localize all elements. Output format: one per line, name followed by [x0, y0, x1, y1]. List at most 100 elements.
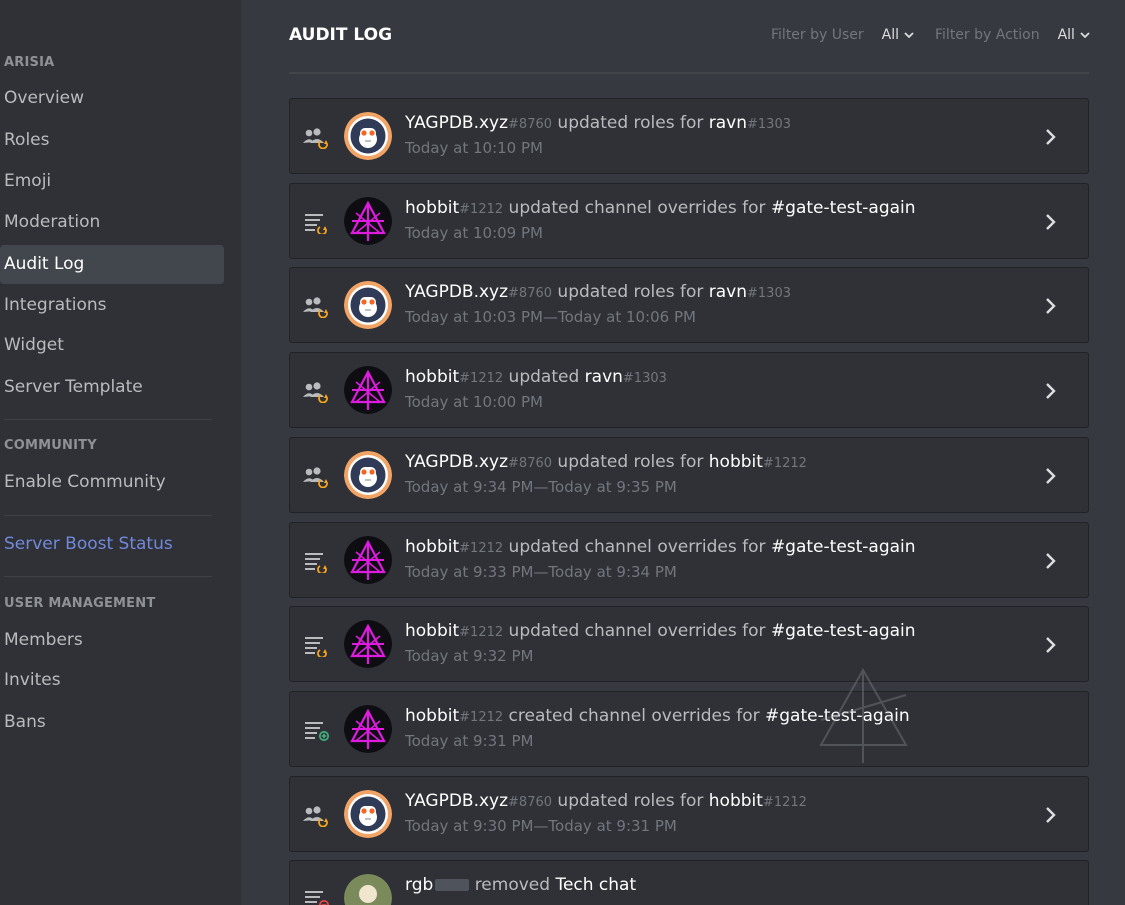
entry-timestamp: Today at 9:30 PM—Today at 9:31 PM: [405, 817, 677, 835]
entry-target-discriminator: #1303: [622, 371, 667, 386]
audit-log-entry[interactable]: YAGPDB.xyz#8760 updated roles for hobbit…: [289, 776, 1089, 852]
entry-target: #gate-test-again: [770, 537, 916, 557]
entry-summary: YAGPDB.xyz#8760 updated roles for hobbit…: [405, 452, 807, 472]
audit-log-entry[interactable]: YAGPDB.xyz#8760 updated roles for ravn#1…: [289, 98, 1089, 174]
audit-log-entry[interactable]: hobbit#1212 created channel overrides fo…: [289, 691, 1089, 767]
entry-summary: YAGPDB.xyz#8760 updated roles for ravn#1…: [405, 113, 791, 133]
entry-action: updated channel overrides for: [508, 621, 766, 641]
sidebar-item-widget[interactable]: Widget: [0, 326, 224, 365]
sidebar-item-enable-community[interactable]: Enable Community: [0, 463, 224, 502]
sidebar-divider: [4, 576, 212, 577]
audit-log-entry[interactable]: hobbit#1212 updated channel overrides fo…: [289, 522, 1089, 598]
rgb-avatar: [344, 874, 392, 905]
entry-timestamp: Today at 9:31 PM: [405, 732, 534, 750]
chevron-right-icon[interactable]: [1044, 127, 1058, 147]
entry-timestamp: Today at 10:10 PM: [405, 139, 543, 157]
entry-action: updated roles for: [557, 452, 704, 472]
audit-log-entry[interactable]: hobbit#1212 updated channel overrides fo…: [289, 606, 1089, 682]
sidebar-item-overview[interactable]: Overview: [0, 79, 224, 118]
sidebar-item-server-template[interactable]: Server Template: [0, 368, 224, 407]
entry-action: updated roles for: [557, 791, 704, 811]
sidebar-divider: [4, 515, 212, 516]
entry-target: Tech chat: [555, 875, 637, 895]
sidebar-item-roles[interactable]: Roles: [0, 121, 224, 160]
entry-timestamp: Today at 9:32 PM: [405, 647, 534, 665]
chevron-right-icon[interactable]: [1044, 466, 1058, 486]
entry-summary: hobbit#1212 updated channel overrides fo…: [405, 621, 916, 641]
member-role-update-icon: [302, 294, 330, 319]
sidebar-item-moderation[interactable]: Moderation: [0, 203, 224, 242]
audit-log-entry[interactable]: hobbit#1212 updated channel overrides fo…: [289, 183, 1089, 259]
entry-action: created channel overrides for: [508, 706, 760, 726]
entry-user-discriminator: #1212: [459, 541, 504, 556]
entry-target: #gate-test-again: [770, 198, 916, 218]
entry-action: updated channel overrides for: [508, 198, 766, 218]
sidebar-item-audit-log[interactable]: Audit Log: [0, 245, 224, 284]
chevron-right-icon[interactable]: [1044, 635, 1058, 655]
filter-by-action-label: Filter by Action: [935, 27, 1040, 43]
hobbit-avatar: [344, 197, 392, 245]
sidebar-item-invites[interactable]: Invites: [0, 661, 224, 700]
audit-log-entry[interactable]: YAGPDB.xyz#8760 updated roles for hobbit…: [289, 437, 1089, 513]
entry-user-name: YAGPDB.xyz: [405, 282, 509, 302]
entry-action: updated: [508, 367, 580, 387]
channel-override-update-icon: [302, 633, 330, 659]
chevron-right-icon[interactable]: [1044, 212, 1058, 232]
entry-timestamp: Today at 10:03 PM—Today at 10:06 PM: [405, 308, 696, 326]
sidebar-item-integrations[interactable]: Integrations: [0, 286, 224, 325]
channel-delete-icon: [302, 887, 330, 905]
server-name-header: ARISIA: [4, 55, 55, 70]
member-role-update-icon: [302, 125, 330, 150]
entry-timestamp: Today at 9:33 PM—Today at 9:34 PM: [405, 563, 677, 581]
member-role-update-icon: [302, 803, 330, 828]
entry-user-discriminator: #1212: [459, 202, 504, 217]
channel-override-create-icon: [302, 718, 330, 742]
filter-by-action-value: All: [1057, 27, 1075, 43]
hobbit-avatar: [344, 620, 392, 668]
entry-summary: hobbit#1212 updated channel overrides fo…: [405, 537, 916, 557]
yagpdb-avatar: [344, 281, 392, 329]
entry-target: ravn: [708, 113, 748, 133]
sidebar-item-server-boost-status[interactable]: Server Boost Status: [0, 525, 224, 564]
entry-user-name: hobbit: [405, 198, 460, 218]
entry-user-discriminator: #1212: [459, 625, 504, 640]
user-management-header: USER MANAGEMENT: [4, 596, 156, 611]
entry-timestamp: Today at 10:09 PM: [405, 224, 543, 242]
redacted-discriminator: [435, 879, 470, 891]
entry-user-discriminator: #1212: [459, 710, 504, 725]
entry-user-discriminator: #8760: [508, 795, 553, 810]
sidebar-item-emoji[interactable]: Emoji: [0, 162, 224, 201]
sidebar-item-bans[interactable]: Bans: [0, 703, 224, 742]
triangle-watermark-icon: [819, 667, 908, 763]
entry-user-name: hobbit: [405, 621, 460, 641]
chevron-right-icon[interactable]: [1044, 296, 1058, 316]
hobbit-avatar: [344, 705, 392, 753]
entry-summary: hobbit#1212 updated ravn#1303: [405, 367, 667, 387]
entry-target: ravn: [584, 367, 623, 387]
entry-user-discriminator: #1212: [459, 371, 504, 386]
hobbit-avatar: [344, 366, 392, 414]
community-header: COMMUNITY: [4, 438, 97, 453]
entry-user-discriminator: #8760: [508, 117, 553, 132]
chevron-down-icon: [904, 32, 914, 39]
entry-target-discriminator: #1303: [747, 286, 791, 301]
chevron-right-icon[interactable]: [1044, 805, 1058, 825]
entry-target-discriminator: #1212: [762, 456, 807, 471]
entry-action: removed: [474, 875, 551, 895]
audit-log-panel: AUDIT LOG Filter by User All Filter by A…: [241, 0, 1125, 905]
entry-user-discriminator: #8760: [508, 456, 553, 471]
chevron-right-icon[interactable]: [1044, 381, 1058, 401]
audit-log-entry[interactable]: YAGPDB.xyz#8760 updated roles for ravn#1…: [289, 267, 1089, 343]
audit-log-entry[interactable]: hobbit#1212 updated ravn#1303 Today at 1…: [289, 352, 1089, 428]
entry-summary: rgb removed Tech chat: [405, 875, 636, 895]
filter-by-user-dropdown[interactable]: All: [882, 27, 915, 43]
chevron-right-icon[interactable]: [1044, 551, 1058, 571]
filter-by-user: Filter by User All: [771, 27, 915, 43]
entry-target: hobbit: [708, 791, 763, 811]
entry-user-name: YAGPDB.xyz: [405, 113, 509, 133]
member-role-update-icon: [302, 379, 330, 404]
filter-by-action-dropdown[interactable]: All: [1058, 27, 1091, 43]
entry-user-name: hobbit: [405, 537, 460, 557]
sidebar-item-members[interactable]: Members: [0, 621, 224, 660]
audit-log-entry[interactable]: rgb removed Tech chat: [289, 860, 1089, 905]
